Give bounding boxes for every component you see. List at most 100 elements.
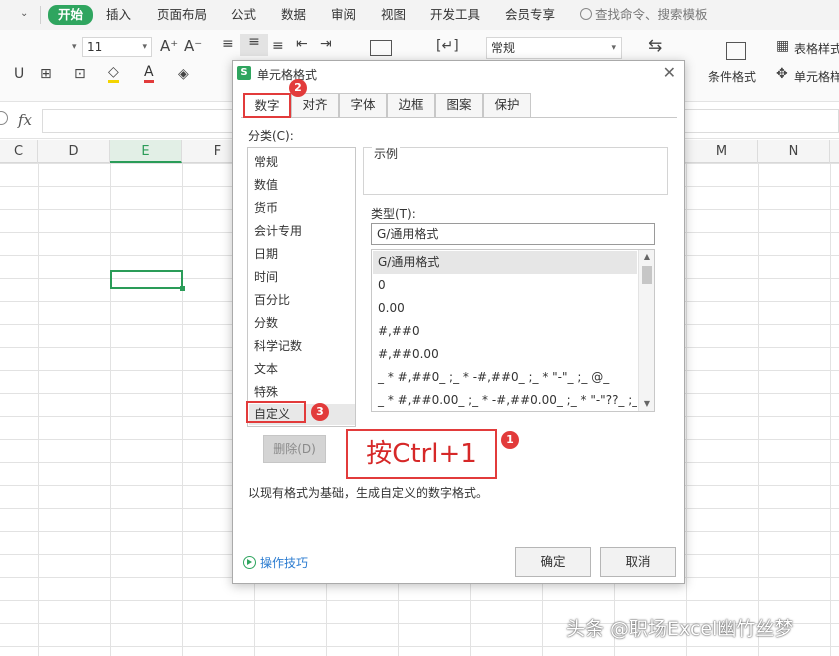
tab-pattern[interactable]: 图案: [435, 93, 483, 117]
menu-tab-page-layout[interactable]: 页面布局: [157, 6, 207, 24]
type-list[interactable]: G/通用格式 0 0.00 #,##0 #,##0.00 _ * #,##0_ …: [371, 249, 655, 412]
type-item[interactable]: 0: [373, 274, 637, 297]
menu-tab-member[interactable]: 会员专享: [505, 6, 555, 24]
conditional-format-icon[interactable]: [726, 42, 746, 60]
category-item-date[interactable]: 日期: [249, 244, 355, 265]
tab-font[interactable]: 字体: [339, 93, 387, 117]
column-header-d[interactable]: D: [38, 140, 110, 163]
tips-link[interactable]: 操作技巧: [243, 554, 308, 571]
sample-group: 示例: [363, 145, 668, 195]
table-style-label[interactable]: 表格样式: [794, 40, 839, 57]
sample-label: 示例: [372, 145, 401, 162]
annotation-badge-3: 3: [311, 403, 329, 421]
wps-app-icon: S: [237, 66, 251, 80]
watermark: 头条 @职场Excel幽竹丝梦: [566, 618, 794, 640]
search-icon: [580, 8, 592, 20]
menu-tab-developer[interactable]: 开发工具: [430, 6, 480, 24]
type-item[interactable]: #,##0: [373, 320, 637, 343]
type-input[interactable]: G/通用格式: [371, 223, 655, 245]
column-header-c[interactable]: C: [0, 140, 38, 163]
tab-border[interactable]: 边框: [387, 93, 435, 117]
borders-icon[interactable]: ⊞: [40, 66, 52, 82]
increase-font-icon[interactable]: A⁺: [160, 38, 178, 54]
fx-icon[interactable]: fx: [18, 111, 32, 129]
cell-style-label[interactable]: 单元格样: [794, 68, 839, 85]
category-item-percentage[interactable]: 百分比: [249, 290, 355, 311]
category-item-accounting[interactable]: 会计专用: [249, 221, 355, 242]
cancel-button[interactable]: 取消: [600, 547, 676, 577]
ok-button[interactable]: 确定: [515, 547, 591, 577]
category-list[interactable]: 常规 数值 货币 会计专用 日期 时间 百分比 分数 科学记数 文本 特殊 自定…: [247, 147, 356, 427]
menu-tab-view[interactable]: 视图: [381, 6, 406, 24]
zoom-icon[interactable]: [0, 111, 8, 125]
scroll-down-icon[interactable]: ▼: [639, 397, 654, 411]
category-item-number[interactable]: 数值: [249, 175, 355, 196]
convert-icon[interactable]: ⇆: [648, 38, 662, 55]
menu-tab-review[interactable]: 审阅: [331, 6, 356, 24]
category-item-time[interactable]: 时间: [249, 267, 355, 288]
type-list-scrollbar[interactable]: ▲ ▼: [638, 250, 654, 411]
menu-tab-insert[interactable]: 插入: [106, 6, 131, 24]
category-item-currency[interactable]: 货币: [249, 198, 355, 219]
type-item[interactable]: G/通用格式: [373, 251, 637, 274]
font-size-select[interactable]: 11 ▾: [82, 37, 152, 57]
column-header-n[interactable]: N: [758, 140, 830, 163]
number-format-select[interactable]: 常规 ▾: [486, 37, 622, 59]
annotation-highlight-custom: [246, 401, 306, 423]
annotation-badge-2: 2: [289, 79, 307, 97]
column-header-m[interactable]: M: [686, 140, 758, 163]
underline-icon[interactable]: U: [14, 66, 24, 82]
type-item[interactable]: _ * #,##0_ ;_ * -#,##0_ ;_ * "-"_ ;_ @_: [373, 366, 637, 389]
search-placeholder: 查找命令、搜索模板: [595, 7, 708, 22]
font-size-value: 11: [87, 40, 103, 54]
tab-number[interactable]: 数字: [243, 93, 291, 118]
delete-button[interactable]: 删除(D): [263, 435, 326, 463]
close-icon[interactable]: ✕: [663, 63, 676, 82]
chevron-down-icon[interactable]: ▾: [72, 42, 77, 52]
align-top-icon[interactable]: ≡: [222, 36, 234, 52]
ribbon-menubar: ⌄ 开始 插入 页面布局 公式 数据 审阅 视图 开发工具 会员专享 查找命令、…: [0, 0, 839, 30]
category-item-scientific[interactable]: 科学记数: [249, 336, 355, 357]
type-item[interactable]: #,##0.00: [373, 343, 637, 366]
fill-pattern-icon[interactable]: ⊡: [74, 66, 86, 82]
table-style-icon[interactable]: ▦: [776, 38, 789, 54]
column-header-e[interactable]: E: [110, 140, 182, 163]
menu-tab-home[interactable]: 开始: [48, 5, 94, 25]
cell-style-icon[interactable]: ✥: [776, 66, 788, 82]
wrap-text-icon[interactable]: [↵]: [436, 38, 459, 54]
conditional-format-label[interactable]: 条件格式: [708, 68, 756, 85]
merge-cells-icon[interactable]: [370, 40, 392, 56]
format-cells-dialog: S 单元格格式 ✕ 数字 对齐 字体 边框 图案 保护 2 分类(C): 常规 …: [232, 60, 685, 584]
type-item[interactable]: 0.00: [373, 297, 637, 320]
increase-indent-icon[interactable]: ⇥: [320, 36, 332, 52]
number-format-value: 常规: [491, 41, 516, 55]
category-item-special[interactable]: 特殊: [249, 382, 355, 403]
tab-protection[interactable]: 保护: [483, 93, 531, 117]
divider: [40, 6, 41, 24]
category-item-general[interactable]: 常规: [249, 152, 355, 173]
dialog-title: 单元格格式: [257, 68, 318, 82]
format-description: 以现有格式为基础，生成自定义的数字格式。: [248, 486, 489, 500]
type-item[interactable]: _ * #,##0.00_ ;_ * -#,##0.00_ ;_ * "-"??…: [373, 389, 637, 411]
chevron-down-icon[interactable]: ⌄: [20, 8, 28, 19]
chevron-down-icon: ▾: [611, 43, 616, 53]
category-label: 分类(C):: [248, 129, 294, 143]
menu-tab-data[interactable]: 数据: [281, 6, 306, 24]
type-label: 类型(T):: [371, 207, 416, 221]
selected-cell[interactable]: [110, 270, 185, 291]
category-item-fraction[interactable]: 分数: [249, 313, 355, 334]
menu-tab-formulas[interactable]: 公式: [231, 6, 256, 24]
scroll-thumb[interactable]: [642, 266, 652, 284]
tips-label: 操作技巧: [260, 556, 309, 570]
clear-format-icon[interactable]: ◈: [178, 66, 189, 82]
command-search[interactable]: 查找命令、搜索模板: [580, 6, 708, 24]
category-item-text[interactable]: 文本: [249, 359, 355, 380]
font-color-icon[interactable]: A: [144, 64, 154, 83]
decrease-font-icon[interactable]: A⁻: [184, 38, 202, 54]
align-middle-icon[interactable]: ≡: [240, 34, 268, 56]
decrease-indent-icon[interactable]: ⇤: [296, 36, 308, 52]
scroll-up-icon[interactable]: ▲: [639, 250, 654, 264]
align-bottom-icon[interactable]: ≡: [272, 38, 284, 54]
tab-divider: [241, 117, 677, 118]
fill-color-icon[interactable]: ◇: [108, 64, 119, 83]
